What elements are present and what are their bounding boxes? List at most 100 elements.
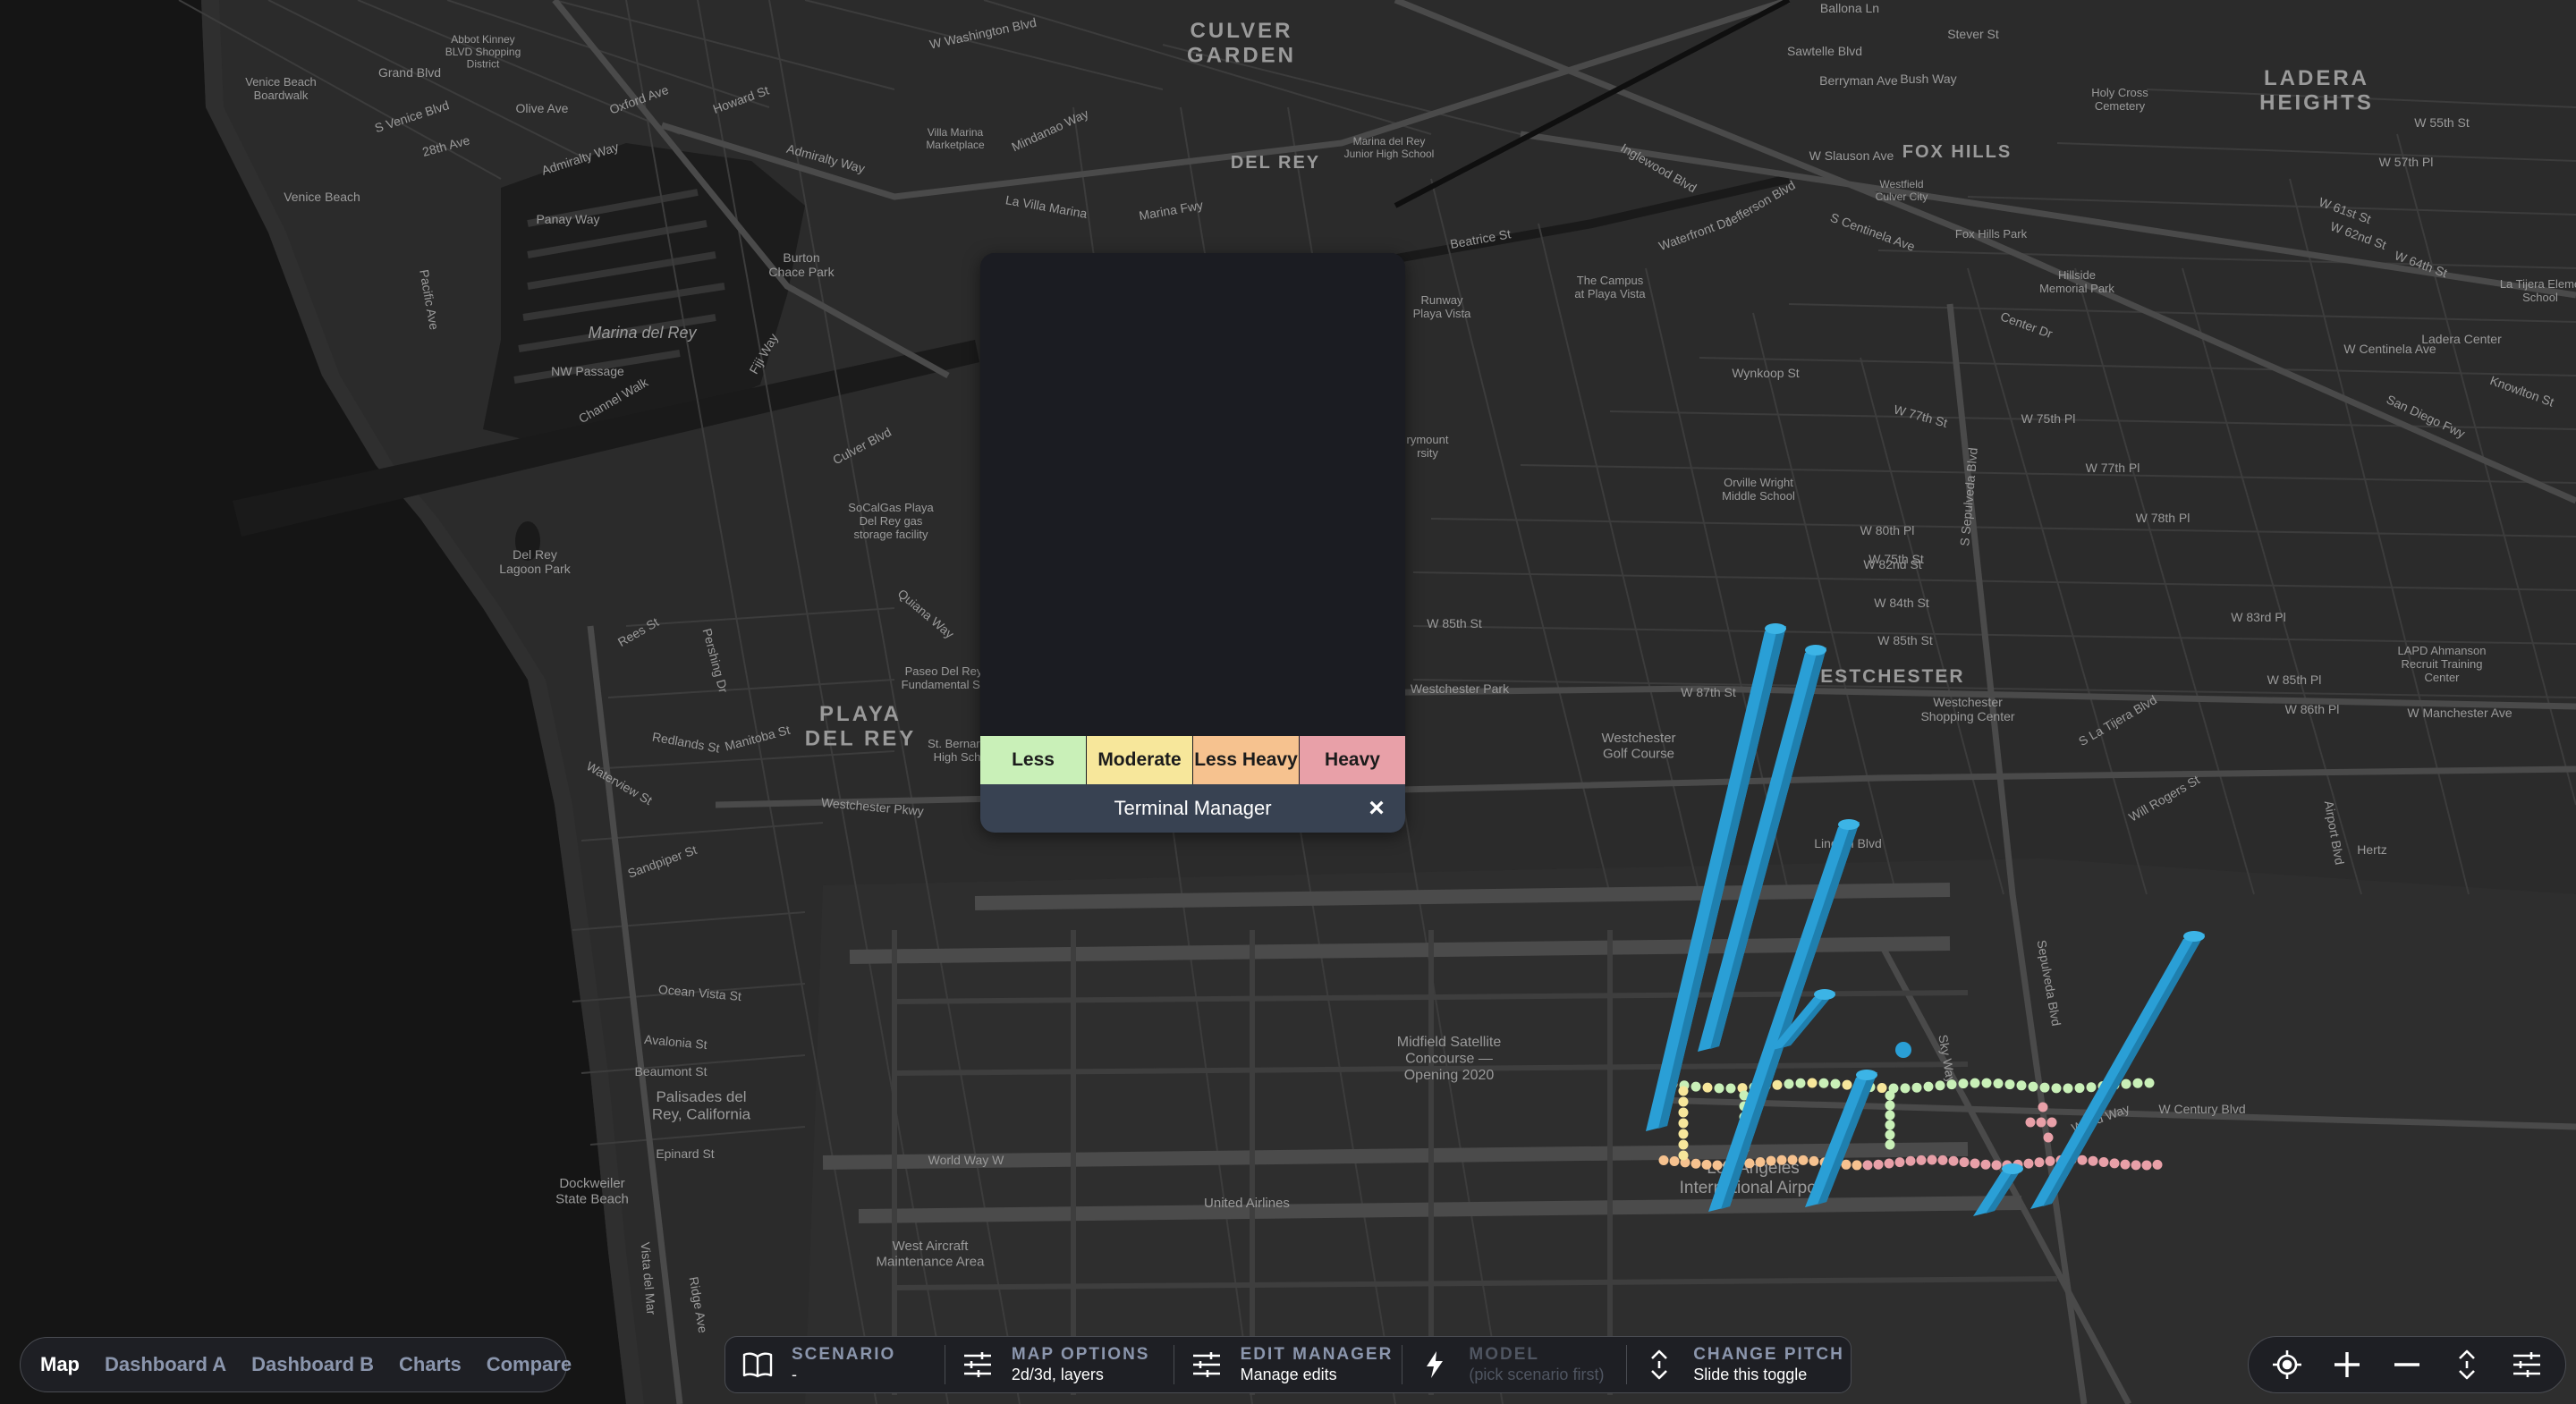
street-label-manchester: W Manchester Ave xyxy=(2407,706,2512,720)
close-icon[interactable]: × xyxy=(1364,795,1389,822)
map-label-culver-garden: CULVER GARDEN xyxy=(1187,19,1296,68)
edit-manager-button[interactable]: EDIT MANAGER Manage edits xyxy=(1174,1336,1402,1393)
street-label-ocean-vista: Ocean Vista St xyxy=(657,982,741,1003)
terminal-dot xyxy=(1885,1129,1895,1140)
terminal-dot xyxy=(1905,1155,1916,1166)
map-label-lapd: LAPD Ahmanson Recruit Training Center xyxy=(2397,644,2486,684)
map-label-fox-hills: FOX HILLS xyxy=(1902,142,2012,162)
street-label-wynkoop: Wynkoop St xyxy=(1732,366,1799,380)
street-label-beaumont: Beaumont St xyxy=(635,1064,708,1078)
map-label-st-bernard: St. Bernard High Sch xyxy=(928,737,987,764)
street-label-bush-way: Bush Way xyxy=(1900,72,1956,86)
tab-charts[interactable]: Charts xyxy=(399,1353,462,1376)
scenario-button[interactable]: SCENARIO - xyxy=(725,1336,945,1393)
terminal-dot xyxy=(1678,1086,1689,1096)
tab-compare[interactable]: Compare xyxy=(487,1353,572,1376)
terminal-dot xyxy=(1981,1078,1992,1088)
tab-dashboard-b[interactable]: Dashboard B xyxy=(251,1353,374,1376)
street-label-century-blvd: W Century Blvd xyxy=(2158,1102,2245,1116)
terminal-marker xyxy=(1895,1042,1911,1058)
street-label-will-rogers: Will Rogers St xyxy=(2126,773,2202,825)
terminal-dot xyxy=(1690,1081,1701,1092)
terminal-dot xyxy=(1702,1082,1713,1093)
terminal-dot xyxy=(1712,1160,1723,1171)
change-pitch-button[interactable]: CHANGE PITCH Slide this toggle xyxy=(1627,1336,1851,1393)
terminal-dot xyxy=(2038,1102,2048,1112)
street-label-sawtelle: Sawtelle Blvd xyxy=(1787,44,1862,58)
terminal-dot xyxy=(2120,1159,2131,1170)
terminal-manager-canvas xyxy=(980,253,1405,736)
map-options-button[interactable]: MAP OPTIONS 2d/3d, layers xyxy=(945,1336,1174,1393)
pitch-icon xyxy=(1641,1347,1677,1383)
street-label-vista-del-mar: Vista del Mar xyxy=(638,1241,658,1315)
terminal-dot xyxy=(2086,1082,2097,1093)
terminal-legend: Less Moderate Less Heavy Heavy xyxy=(980,736,1405,784)
zoom-in-icon[interactable] xyxy=(2326,1343,2368,1386)
terminal-dot xyxy=(2131,1160,2141,1171)
terminal-dot xyxy=(1946,1079,1957,1090)
terminal-dot xyxy=(1725,1083,1736,1094)
map-label-del-rey-lagoon-park: Del Rey Lagoon Park xyxy=(499,547,571,576)
main-toolbar: SCENARIO - MAP OPTIONS 2d/3d, layers EDI… xyxy=(724,1336,1852,1393)
terminal-dot xyxy=(2039,1082,2050,1093)
map-label-paseo-del-rey: Paseo Del Rey Fundamental Sc xyxy=(902,664,987,691)
terminal-dot xyxy=(1678,1139,1689,1150)
street-label-w-83rd: W 83rd Pl xyxy=(2231,610,2285,624)
street-label-knowlton: Knowlton St xyxy=(2488,373,2556,410)
legend-moderate: Moderate xyxy=(1087,736,1193,784)
change-pitch-title: CHANGE PITCH xyxy=(1693,1345,1844,1364)
map-label-westfield: Westfield Culver City xyxy=(1876,178,1928,203)
tab-map[interactable]: Map xyxy=(40,1353,80,1376)
pitch-toggle-icon[interactable] xyxy=(2445,1343,2488,1386)
street-label-centinela: S Centinela Ave xyxy=(1828,210,1917,254)
map-label-holy-cross: Holy Cross Cemetery xyxy=(2091,86,2148,113)
tab-dashboard-a[interactable]: Dashboard A xyxy=(105,1353,226,1376)
street-label-inglewood-blvd: Inglewood Blvd xyxy=(1618,140,1699,195)
terminal-dot xyxy=(1916,1154,1927,1165)
map-label-palisades-del-rey: Palisades del Rey, California xyxy=(652,1088,751,1123)
locate-icon[interactable] xyxy=(2266,1343,2309,1386)
terminal-dot xyxy=(2023,1158,2034,1169)
street-label-w-78th: W 78th Pl xyxy=(2136,511,2190,525)
terminal-dot xyxy=(1795,1078,1806,1088)
sliders-icon xyxy=(1189,1347,1224,1383)
map-label-westchester-golf: Westchester Golf Course xyxy=(1601,731,1675,761)
terminal-dot xyxy=(1841,1159,1852,1170)
street-label-manitoba: Manitoba St xyxy=(724,723,792,754)
street-label-w-75th: W 75th Pl xyxy=(2021,411,2076,426)
street-label-stever: Stever St xyxy=(1947,27,1999,41)
terminal-manager-panel: Less Moderate Less Heavy Heavy Terminal … xyxy=(980,253,1405,833)
terminal-dot xyxy=(1993,1078,2004,1089)
terminal-dot xyxy=(1970,1078,1980,1088)
street-label-28th: 28th Ave xyxy=(420,132,471,159)
terminal-dot xyxy=(2046,1117,2057,1128)
map-label-marina-del-rey-hs: Marina del Rey Junior High School xyxy=(1344,135,1435,160)
terminal-dot xyxy=(1959,1157,1970,1168)
settings-sliders-icon[interactable] xyxy=(2505,1343,2548,1386)
terminal-dot xyxy=(1970,1158,1980,1169)
zoom-out-icon[interactable] xyxy=(2385,1343,2428,1386)
map-label-del-rey: DEL REY xyxy=(1231,153,1320,173)
terminal-dot xyxy=(1784,1078,1794,1089)
model-button[interactable]: MODEL (pick scenario first) xyxy=(1402,1336,1626,1393)
terminal-dot xyxy=(1678,1107,1689,1118)
terminal-dot xyxy=(1701,1159,1712,1170)
street-label-w-85th-pl: W 85th Pl xyxy=(2267,672,2322,687)
street-label-la-tijera-blvd: S La Tijera Blvd xyxy=(2076,692,2159,749)
terminal-dot xyxy=(1755,1156,1766,1167)
terminal-dot xyxy=(1927,1154,1937,1165)
street-label-w-77th: W 77th St xyxy=(1893,402,1950,429)
street-label-ladera-center: Ladera Center xyxy=(2421,332,2502,346)
terminal-dot xyxy=(1766,1155,1776,1166)
street-label-rees: Rees St xyxy=(615,614,661,649)
terminal-dot xyxy=(2088,1155,2098,1166)
map-label-playa-del-rey: PLAYA DEL REY xyxy=(805,702,917,751)
terminal-dot xyxy=(1776,1154,1787,1165)
scenario-value: - xyxy=(792,1366,797,1383)
street-label-sandpiper: Sandpiper St xyxy=(626,842,699,881)
street-label-w-62nd: W 62nd St xyxy=(2328,219,2388,252)
map-label-westchester-park: Westchester Park xyxy=(1411,681,1510,696)
map-label-villa-marina: Villa Marina Marketplace xyxy=(926,126,985,151)
street-label-nw-passage: NW Passage xyxy=(551,364,624,378)
view-tabs: Map Dashboard A Dashboard B Charts Compa… xyxy=(20,1337,572,1392)
